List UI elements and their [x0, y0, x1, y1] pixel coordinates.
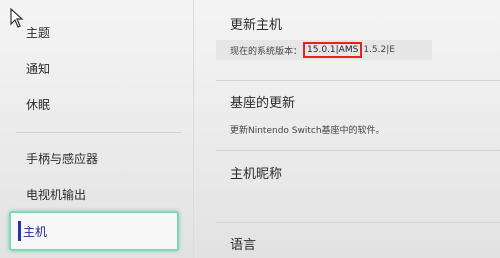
- section-divider: [216, 222, 500, 223]
- language-title[interactable]: 语言: [230, 234, 256, 253]
- sidebar-item-label: 休眠: [26, 97, 51, 112]
- version-label: 现在的系统版本：: [230, 46, 303, 57]
- system-update-title[interactable]: 更新主机: [230, 14, 282, 33]
- settings-sidebar: 主题 通知 休眠 手柄与感应器 电视机输出 主机: [0, 0, 192, 258]
- settings-content: 更新主机 现在的系统版本： 15.0.1|AMS 1.5.2|E 基座的更新 更…: [216, 0, 500, 258]
- dock-update-title[interactable]: 基座的更新: [230, 92, 295, 111]
- sidebar-item-label: 主机: [23, 224, 48, 239]
- settings-screen: 主题 通知 休眠 手柄与感应器 电视机输出 主机 更新主机 现在的系统版本： 1…: [0, 0, 500, 258]
- sidebar-item-sleep[interactable]: 休眠: [0, 84, 185, 124]
- version-tail: 1.5.2|E: [363, 45, 395, 55]
- sidebar-content-separator: [193, 0, 194, 258]
- sidebar-item-label: 通知: [26, 61, 51, 76]
- sidebar-item-label: 手柄与感应器: [26, 151, 99, 166]
- console-nickname-title[interactable]: 主机昵称: [230, 163, 282, 182]
- sidebar-item-controllers-sensors[interactable]: 手柄与感应器: [0, 138, 185, 178]
- dock-update-description: 更新Nintendo Switch基座中的软件。: [230, 126, 385, 136]
- sidebar-item-label: 主题: [26, 25, 51, 40]
- version-highlight: 15.0.1|AMS: [303, 42, 363, 58]
- sidebar-item-system[interactable]: 主机: [9, 211, 179, 251]
- section-divider: [216, 80, 500, 81]
- sidebar-item-themes[interactable]: 主题: [0, 12, 185, 52]
- sidebar-item-tv-output[interactable]: 电视机输出: [0, 174, 185, 214]
- sidebar-item-notifications[interactable]: 通知: [0, 48, 185, 88]
- system-version: 现在的系统版本： 15.0.1|AMS 1.5.2|E: [230, 42, 395, 58]
- selection-accent-bar: [18, 221, 21, 241]
- section-divider: [216, 150, 500, 151]
- sidebar-divider: [16, 132, 182, 133]
- sidebar-item-label: 电视机输出: [26, 187, 87, 202]
